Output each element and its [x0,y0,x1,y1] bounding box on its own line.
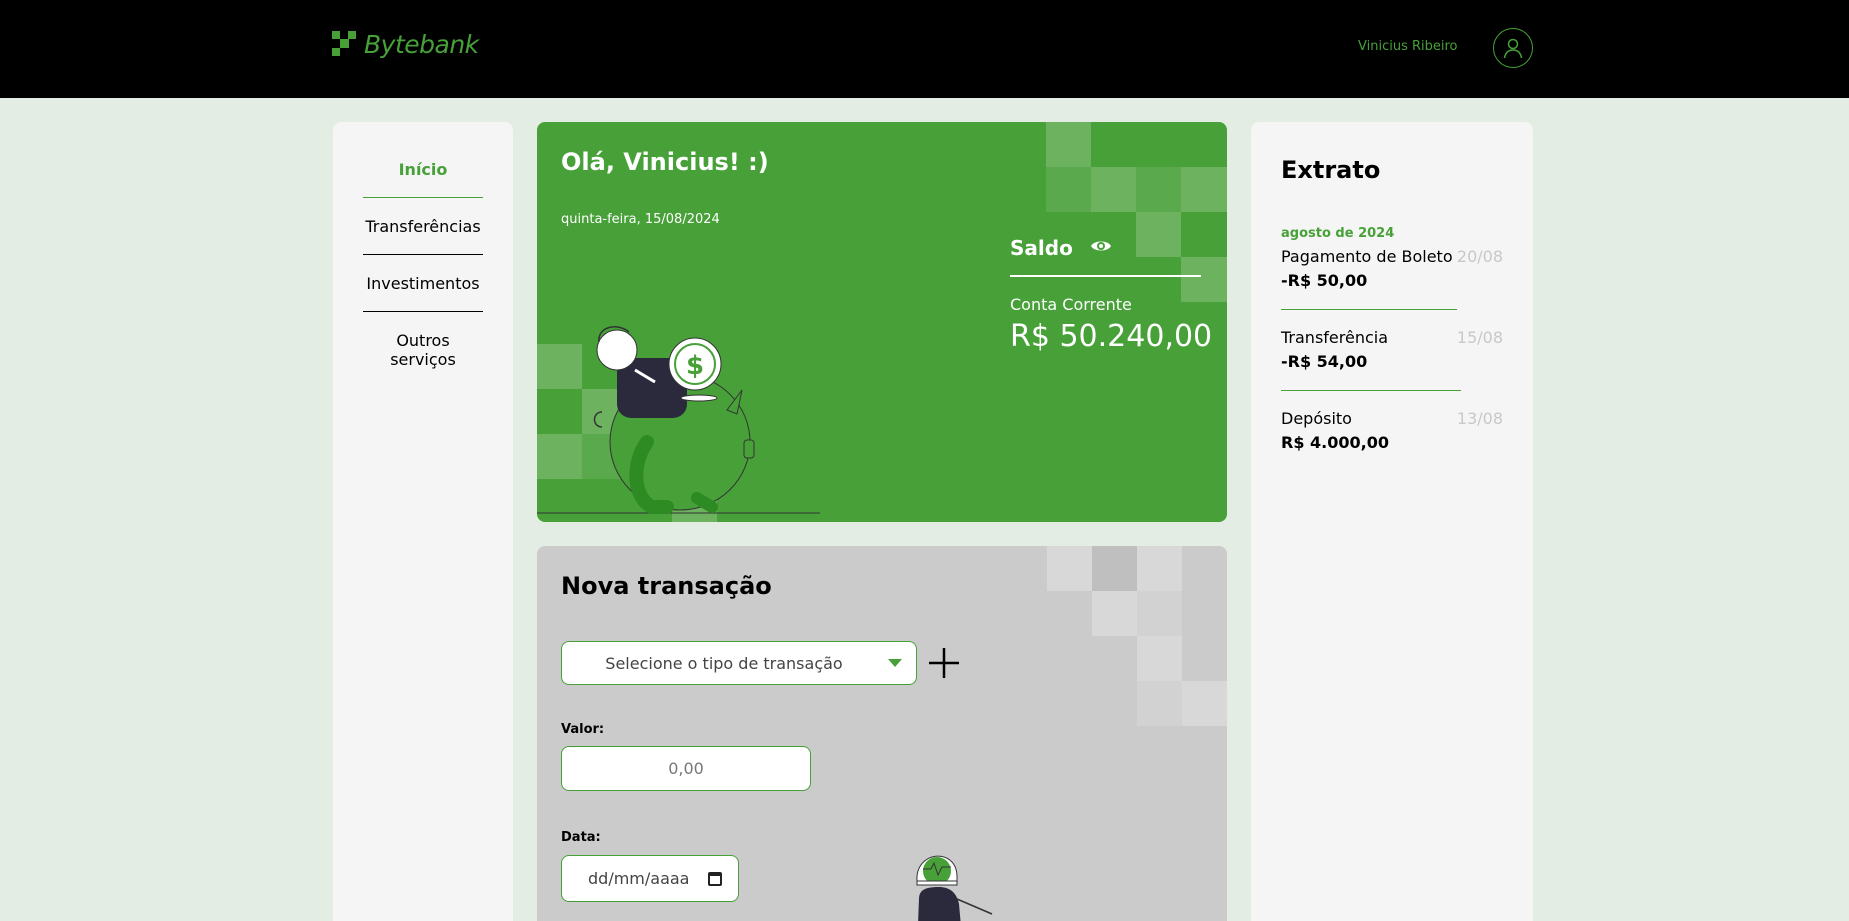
top-header: Bytebank Vinicius Ribeiro [0,0,1849,98]
statement-divider [1281,390,1461,391]
saldo-title: Saldo [1010,236,1073,260]
statement-entry-amount: R$ 4.000,00 [1281,433,1389,452]
statement-month: agosto de 2024 [1281,226,1395,241]
sidebar-item-outros-servicos[interactable]: Outros serviços [363,331,483,369]
nav-divider [363,254,483,255]
calendar-icon[interactable] [708,872,722,886]
account-type-label: Conta Corrente [1010,295,1132,314]
bytebank-logo-icon [332,30,356,56]
statement-divider [1281,309,1457,310]
statement-entry-amount: -R$ 54,00 [1281,352,1368,371]
piggy-bank-illustration: $ [537,326,820,514]
statement-entry-type: Pagamento de Boleto [1281,247,1453,266]
greeting-heading: Olá, Vinicius! :) [561,148,769,176]
statement-panel: Extrato agosto de 2024 Pagamento de Bole… [1251,122,1533,921]
statement-entry-date: 20/08 [1456,247,1503,266]
balance-card: Olá, Vinicius! :) quinta-feira, 15/08/20… [537,122,1227,522]
date-input[interactable]: dd/mm/aaaa [561,855,739,902]
person-illustration [916,855,993,921]
eye-icon[interactable] [1090,238,1112,254]
bytebank-logo[interactable]: Bytebank [332,30,479,59]
value-input[interactable] [561,746,811,791]
statement-entry-amount: -R$ 50,00 [1281,271,1368,290]
user-name[interactable]: Vinicius Ribeiro [1358,39,1458,54]
date-label: Data: [561,830,601,845]
new-transaction-card: Nova transação Selecione o tipo de trans… [537,546,1227,921]
new-transaction-title: Nova transação [561,572,772,600]
user-icon [1503,38,1523,59]
logo-text: Bytebank [364,30,479,59]
transaction-type-placeholder: Selecione o tipo de transação [605,653,843,673]
sidebar-item-transferencias[interactable]: Transferências [363,217,483,236]
account-balance-value: R$ 50.240,00 [1010,319,1213,354]
pixel-pattern-top-right [1047,546,1227,726]
user-avatar-button[interactable] [1493,28,1533,68]
transaction-type-select[interactable]: Selecione o tipo de transação [561,641,917,685]
nav-divider [363,197,483,198]
nav-divider [363,311,483,312]
saldo-divider [1010,275,1201,277]
statement-entry-date: 13/08 [1456,409,1503,428]
statement-entry-type: Transferência [1281,328,1389,347]
plus-icon[interactable] [927,646,961,680]
chevron-down-icon [888,659,902,667]
value-label: Valor: [561,722,605,737]
statement-title: Extrato [1281,156,1381,184]
sidebar-item-investimentos[interactable]: Investimentos [363,274,483,293]
sidebar-nav: Início Transferências Investimentos Outr… [333,122,513,921]
current-date: quinta-feira, 15/08/2024 [561,212,720,227]
statement-entry-type: Depósito [1281,409,1352,428]
sidebar-item-inicio[interactable]: Início [363,160,483,179]
statement-entry-date: 15/08 [1456,328,1503,347]
svg-text:$: $ [686,351,704,381]
date-placeholder: dd/mm/aaaa [588,869,690,888]
